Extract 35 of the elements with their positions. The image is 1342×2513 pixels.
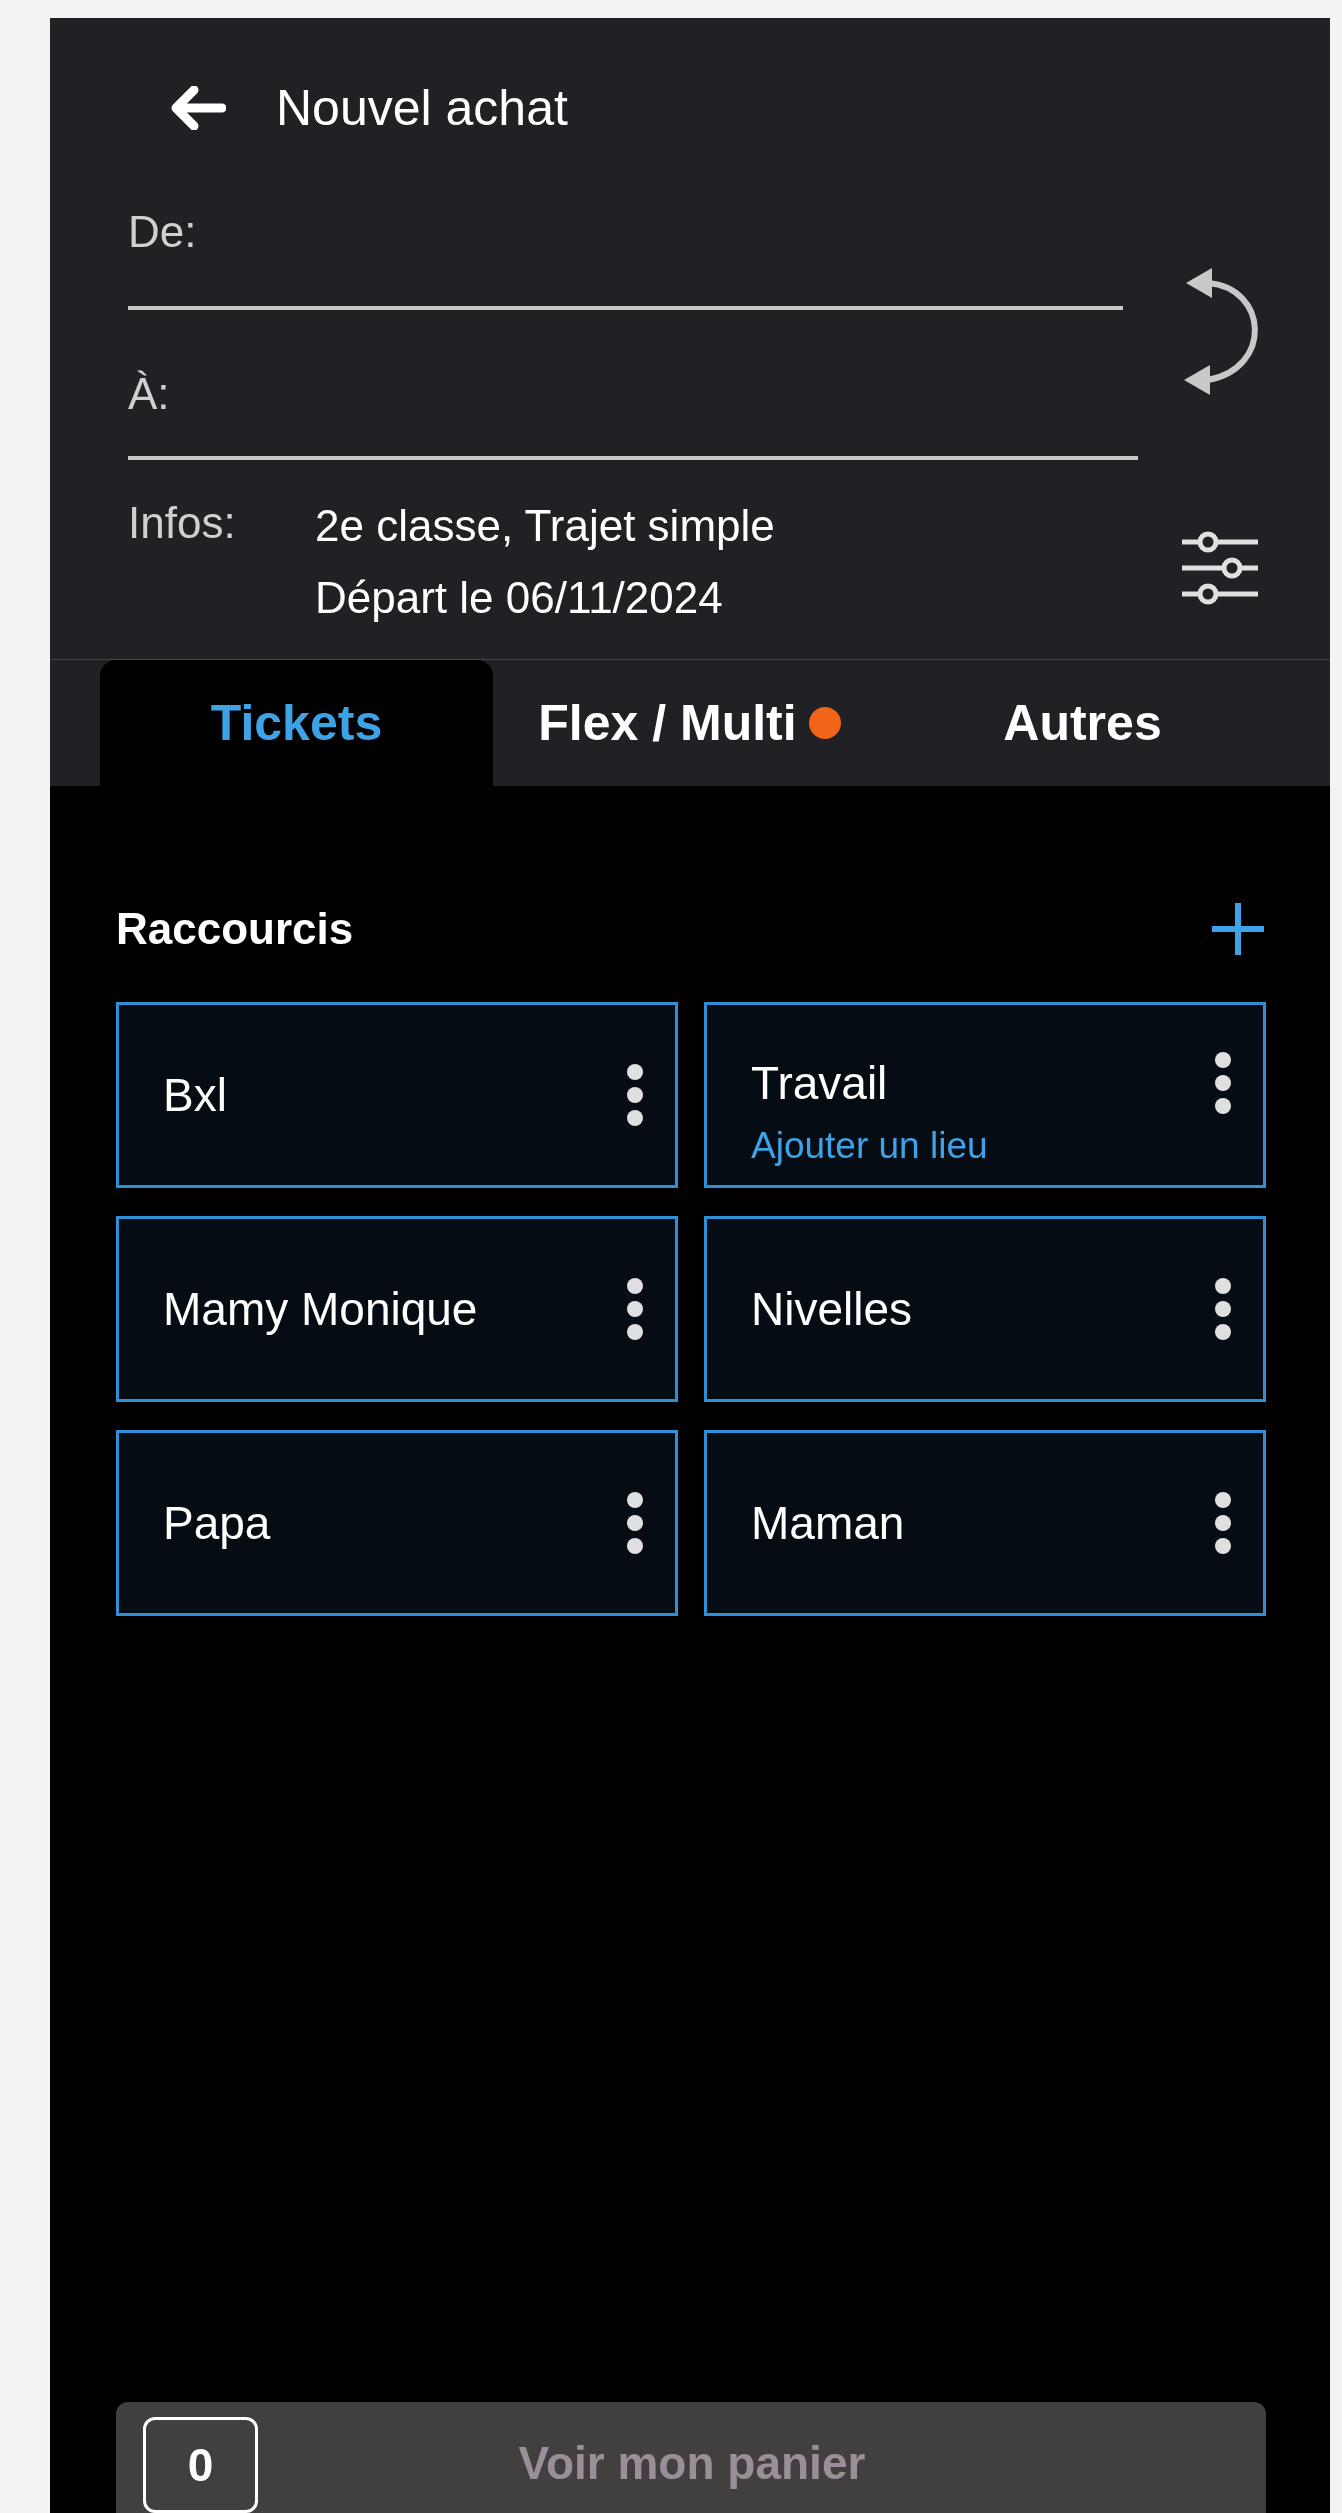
input-field[interactable]: À: (128, 310, 1138, 460)
tab[interactable]: Tickets (100, 660, 493, 786)
cart-bar[interactable]: 0 Voir mon panier (116, 2402, 1266, 2513)
info-text: 2e classe, Trajet simple (315, 500, 776, 552)
back-arrow-icon[interactable] (170, 86, 226, 130)
more-icon[interactable] (1213, 1491, 1233, 1555)
page-title: Nouvel achat (276, 78, 568, 138)
more-icon[interactable] (1213, 1277, 1233, 1341)
cart-label: Voir mon panier (517, 2436, 867, 2491)
shortcut-card[interactable]: Mamy Monique (116, 1216, 678, 1402)
add-place-link[interactable]: Ajouter un lieu (751, 1117, 988, 1173)
more-icon[interactable] (625, 1063, 645, 1127)
shortcut-card[interactable]: Nivelles (704, 1216, 1266, 1402)
shortcut-label: Bxl (163, 1067, 228, 1123)
shortcut-label: Maman (751, 1495, 906, 1551)
cart-count: 0 (143, 2417, 258, 2513)
more-icon[interactable] (625, 1277, 645, 1341)
shortcut-label: Nivelles (751, 1281, 914, 1337)
shortcut-label: Mamy Monique (163, 1281, 479, 1337)
tab[interactable]: Flex / Multi (493, 660, 886, 786)
shortcut-card[interactable]: Bxl (116, 1002, 678, 1188)
tab[interactable]: Autres (886, 660, 1279, 786)
shortcut-label: Travail (751, 1055, 889, 1111)
shortcut-card[interactable]: Maman (704, 1430, 1266, 1616)
shortcut-label: Papa (163, 1495, 272, 1551)
more-icon[interactable] (625, 1491, 645, 1555)
infos-label: Infos: (128, 497, 237, 549)
section-title: Raccourcis (116, 903, 354, 955)
settings-button[interactable] (1180, 530, 1260, 606)
info-text: Départ le 06/11/2024 (315, 572, 724, 624)
input-field[interactable]: De: (128, 198, 1123, 310)
add-button[interactable] (1210, 901, 1266, 957)
shortcut-card[interactable]: Travail Ajouter un lieu (704, 1002, 1266, 1188)
shortcut-card[interactable]: Papa (116, 1430, 678, 1616)
more-icon[interactable] (1213, 1051, 1233, 1115)
